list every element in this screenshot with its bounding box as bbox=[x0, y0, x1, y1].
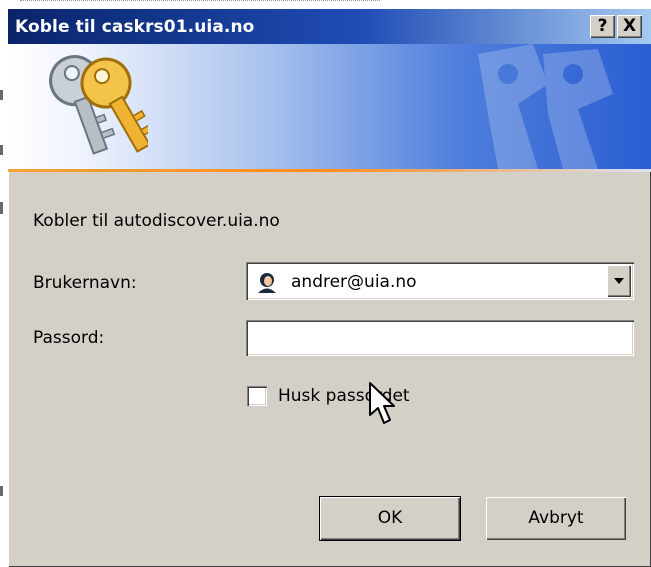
keys-watermark-icon bbox=[478, 44, 613, 169]
title-bar[interactable]: Koble til caskrs01.uia.no ? X bbox=[8, 9, 651, 44]
cancel-button[interactable]: Avbryt bbox=[486, 497, 626, 540]
background-mark bbox=[0, 145, 3, 155]
help-button[interactable]: ? bbox=[590, 15, 615, 38]
ok-button[interactable]: OK bbox=[320, 497, 460, 540]
background-mark bbox=[0, 90, 3, 100]
password-label: Passord: bbox=[33, 328, 105, 348]
username-label: Brukernavn: bbox=[33, 273, 137, 293]
background-dotted-line bbox=[20, 0, 380, 7]
banner-accent-line bbox=[8, 169, 651, 172]
keys-icon bbox=[49, 55, 148, 155]
chevron-down-icon bbox=[614, 278, 624, 284]
username-combobox[interactable]: andrer@uia.no bbox=[246, 262, 634, 300]
background-mark bbox=[0, 486, 3, 496]
login-dialog: Koble til caskrs01.uia.no ? X Kobler til… bbox=[8, 9, 651, 567]
dropdown-button[interactable] bbox=[607, 265, 631, 297]
connecting-message: Kobler til autodiscover.uia.no bbox=[33, 211, 280, 231]
background-mark bbox=[0, 202, 3, 214]
window-title: Koble til caskrs01.uia.no bbox=[15, 17, 255, 37]
username-value: andrer@uia.no bbox=[291, 272, 417, 292]
remember-password-checkbox[interactable] bbox=[247, 386, 267, 406]
mouse-cursor-icon bbox=[369, 382, 395, 424]
password-field[interactable] bbox=[246, 320, 634, 356]
close-button[interactable]: X bbox=[617, 15, 642, 38]
header-banner bbox=[8, 44, 651, 169]
user-avatar-icon bbox=[256, 271, 278, 293]
